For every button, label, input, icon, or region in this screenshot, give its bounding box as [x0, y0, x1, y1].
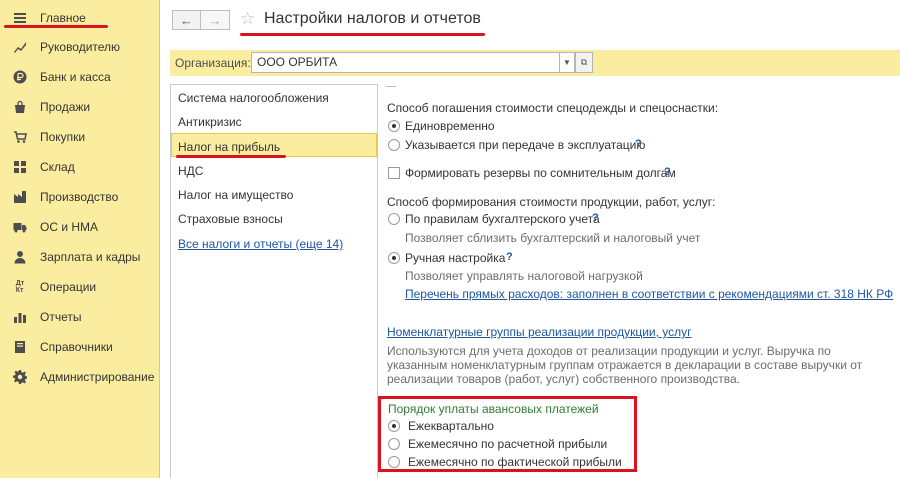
debit-credit-icon: Дт Кт	[15, 280, 25, 294]
sidebar-item-warehouse[interactable]: Склад	[0, 152, 160, 182]
sidebar-item-sales[interactable]: Продажи	[0, 92, 160, 122]
book-icon	[13, 340, 27, 354]
sidebar-item-directories[interactable]: Справочники	[0, 332, 160, 362]
sidebar-item-label: Администрирование	[40, 370, 155, 384]
sidebar-item-assets[interactable]: ОС и НМА	[0, 212, 160, 242]
reserves-checkbox[interactable]	[388, 167, 400, 179]
annotation-underline-main	[4, 25, 108, 28]
workwear-radio-transfer[interactable]	[388, 139, 400, 151]
forward-button[interactable]: →	[201, 10, 230, 30]
sidebar: Главное Руководителю Банк и касса Продаж…	[0, 0, 160, 478]
help-icon[interactable]: ?	[664, 166, 671, 178]
all-taxes-link[interactable]: Все налоги и отчеты (еще 14)	[178, 237, 343, 251]
warehouse-grid-icon	[13, 160, 27, 174]
truck-icon	[13, 220, 27, 234]
workwear-opt2-label[interactable]: Указывается при передаче в эксплуатацию	[405, 138, 645, 152]
sidebar-item-reports[interactable]: Отчеты	[0, 302, 160, 332]
advance-radio-monthly-estimated[interactable]	[388, 438, 400, 450]
annotation-underline-title	[240, 33, 485, 36]
advance-opt1-label[interactable]: Ежеквартально	[408, 419, 494, 433]
open-form-icon[interactable]: ⧉	[575, 52, 593, 73]
sidebar-item-label: ОС и НМА	[40, 220, 99, 234]
back-button[interactable]: ←	[172, 10, 201, 30]
sidebar-item-label: Операции	[40, 280, 97, 294]
ruble-coin-icon	[13, 70, 27, 84]
advance-radio-quarterly[interactable]	[388, 420, 400, 432]
gear-icon	[13, 370, 27, 384]
nomenclature-desc-line3: реализации товаров (работ, услуг) собств…	[387, 372, 741, 386]
section-tax-system[interactable]: Система налогообложения	[178, 91, 329, 105]
sidebar-item-admin[interactable]: Администрирование	[0, 362, 160, 392]
nomenclature-desc-line1: Используются для учета доходов от реализ…	[387, 344, 831, 358]
section-profit-tax[interactable]: Налог на прибыль	[178, 140, 280, 154]
advance-opt3-label[interactable]: Ежемесячно по фактической прибыли	[408, 455, 622, 469]
cost-radio-manual[interactable]	[388, 252, 400, 264]
org-select[interactable]: ООО ОРБИТА	[251, 52, 560, 73]
page-title: Настройки налогов и отчетов	[264, 10, 481, 27]
annotation-underline-profit	[176, 155, 286, 158]
sidebar-item-label: Зарплата и кадры	[40, 250, 141, 264]
org-label: Организация:	[175, 56, 251, 70]
nomenclature-link[interactable]: Номенклатурные группы реализации продукц…	[387, 325, 692, 339]
sidebar-item-label: Отчеты	[40, 310, 82, 324]
sidebar-item-label: Продажи	[40, 100, 91, 114]
sidebar-item-label: Руководителю	[40, 40, 121, 54]
help-icon[interactable]: ?	[506, 251, 513, 263]
section-insurance[interactable]: Страховые взносы	[178, 212, 283, 226]
cost-opt1-label[interactable]: По правилам бухгалтерского учета	[405, 212, 600, 226]
section-property-tax[interactable]: Налог на имущество	[178, 188, 293, 202]
factory-icon	[13, 190, 27, 204]
favorite-star-icon[interactable]: ☆	[240, 9, 255, 29]
advance-radio-monthly-actual[interactable]	[388, 456, 400, 468]
sidebar-item-label: Банк и касса	[40, 70, 111, 84]
sidebar-item-label: Производство	[40, 190, 119, 204]
advance-opt2-label[interactable]: Ежемесячно по расчетной прибыли	[408, 437, 607, 451]
sidebar-item-label: Покупки	[40, 130, 86, 144]
help-icon[interactable]: ?	[592, 212, 599, 224]
section-vat[interactable]: НДС	[178, 164, 203, 178]
cost-radio-accounting[interactable]	[388, 213, 400, 225]
sidebar-item-bank[interactable]: Банк и касса	[0, 62, 160, 92]
sidebar-item-salary[interactable]: Зарплата и кадры	[0, 242, 160, 272]
help-icon[interactable]: ?	[635, 138, 642, 150]
workwear-radio-once[interactable]	[388, 120, 400, 132]
sidebar-item-production[interactable]: Производство	[0, 182, 160, 212]
cost-heading: Способ формирования стоимости продукции,…	[387, 195, 716, 209]
workwear-opt1-label[interactable]: Единовременно	[405, 119, 495, 133]
cart-icon	[13, 130, 27, 144]
sidebar-item-manager[interactable]: Руководителю	[0, 32, 160, 62]
scroll-cut-line	[386, 86, 396, 87]
shopping-bag-icon	[13, 100, 27, 114]
cost-opt2-label[interactable]: Ручная настройка	[405, 251, 505, 265]
advance-heading: Порядок уплаты авансовых платежей	[388, 402, 599, 416]
chart-line-icon	[13, 40, 27, 54]
sidebar-item-operations[interactable]: Дт Кт Операции	[0, 272, 160, 302]
cost-opt1-hint: Позволяет сблизить бухгалтерский и налог…	[405, 231, 701, 245]
direct-costs-link[interactable]: Перечень прямых расходов: заполнен в соо…	[405, 287, 893, 301]
sidebar-item-label: Склад	[40, 160, 75, 174]
sidebar-item-label: Главное	[40, 11, 86, 25]
history-nav: ← →	[172, 10, 230, 30]
nomenclature-desc-line2: указанным номенклатурным группам отражае…	[387, 358, 863, 372]
menu-icon	[13, 11, 27, 25]
bar-chart-icon	[13, 310, 27, 324]
sidebar-item-label: Справочники	[40, 340, 113, 354]
section-anticrisis[interactable]: Антикризис	[178, 115, 242, 129]
workwear-heading: Способ погашения стоимости спецодежды и …	[387, 101, 719, 115]
reserves-label[interactable]: Формировать резервы по сомнительным долг…	[405, 166, 676, 180]
sidebar-item-main[interactable]: Главное	[0, 3, 160, 33]
chevron-down-icon[interactable]: ▼	[559, 52, 575, 73]
person-icon	[13, 250, 27, 264]
sidebar-item-purchases[interactable]: Покупки	[0, 122, 160, 152]
cost-opt2-hint: Позволяет управлять налоговой нагрузкой	[405, 269, 643, 283]
